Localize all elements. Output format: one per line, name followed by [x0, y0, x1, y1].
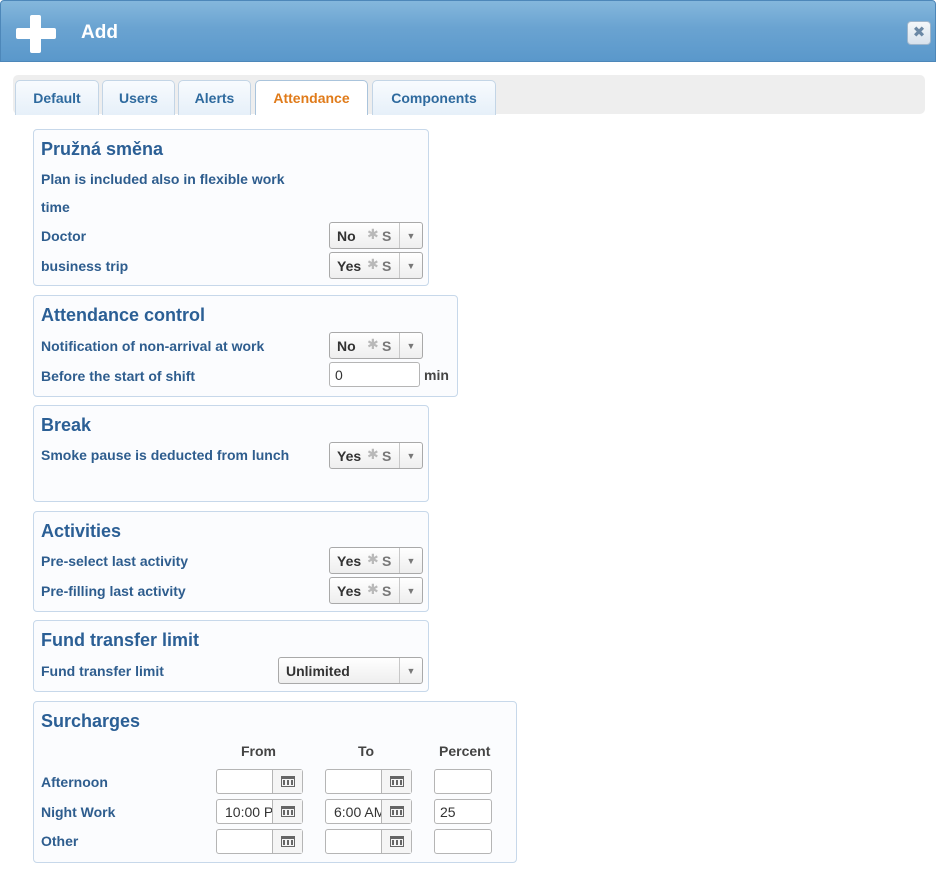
notification-label: Notification of non-arrival at work [41, 338, 265, 354]
night-work-to-field[interactable]: 6:00 AM [325, 799, 412, 824]
business-trip-label: business trip [41, 258, 129, 274]
surcharges-panel: Surcharges From To Percent Afternoon Nig… [33, 701, 517, 863]
night-work-percent-input[interactable]: 25 [434, 799, 492, 824]
chevron-down-icon[interactable]: ▼ [399, 253, 422, 278]
doctor-select[interactable]: No ✱ S ▼ [329, 222, 423, 249]
star-icon: ✱ [367, 336, 379, 352]
star-icon: ✱ [367, 551, 379, 567]
chevron-down-icon[interactable]: ▼ [399, 333, 422, 358]
surcharge-row-label: Afternoon [41, 774, 108, 790]
calendar-icon[interactable] [381, 830, 411, 853]
dialog-title: Add [81, 22, 118, 43]
tab-attendance[interactable]: Attendance [255, 80, 368, 115]
smoke-pause-label: Smoke pause is deducted from lunch [41, 447, 290, 463]
doctor-label: Doctor [41, 228, 87, 244]
break-panel: Break Smoke pause is deducted from lunch… [33, 405, 429, 502]
before-start-label: Before the start of shift [41, 368, 196, 384]
calendar-icon[interactable] [381, 800, 411, 823]
afternoon-to-field[interactable] [325, 769, 412, 794]
star-icon: ✱ [367, 446, 379, 462]
calendar-icon[interactable] [381, 770, 411, 793]
column-from: From [241, 743, 276, 759]
panel-title: Activities [41, 521, 122, 541]
night-work-from-field[interactable]: 10:00 PM [216, 799, 303, 824]
calendar-icon[interactable] [272, 770, 302, 793]
minutes-unit: min [424, 367, 449, 383]
preselect-label: Pre-select last activity [41, 553, 189, 569]
business-trip-select[interactable]: Yes ✱ S ▼ [329, 252, 423, 279]
tab-default[interactable]: Default [15, 80, 99, 115]
fund-transfer-label: Fund transfer limit [41, 663, 164, 679]
star-icon: ✱ [367, 226, 379, 242]
calendar-icon[interactable] [272, 800, 302, 823]
fund-transfer-panel: Fund transfer limit Fund transfer limit … [33, 620, 429, 692]
column-to: To [358, 743, 375, 759]
star-icon: ✱ [367, 581, 379, 597]
plan-included-label: Plan is included also in flexible work [41, 171, 285, 187]
dialog-title-bar: Add ✖ [0, 0, 936, 62]
close-icon[interactable]: ✖ [907, 21, 931, 45]
prefill-label: Pre-filling last activity [41, 583, 186, 599]
before-start-input[interactable]: 0 [329, 362, 420, 387]
surcharge-row-label: Other [41, 833, 79, 849]
tab-components[interactable]: Components [372, 80, 496, 115]
attendance-control-panel: Attendance control Notification of non-a… [33, 295, 458, 397]
panel-title: Pružná směna [41, 139, 164, 159]
preselect-select[interactable]: Yes ✱ S ▼ [329, 547, 423, 574]
activities-panel: Activities Pre-select last activity Yes … [33, 511, 429, 612]
chevron-down-icon[interactable]: ▼ [399, 223, 422, 248]
panel-title: Attendance control [41, 305, 206, 325]
chevron-down-icon[interactable]: ▼ [399, 578, 422, 603]
chevron-down-icon[interactable]: ▼ [399, 443, 422, 468]
chevron-down-icon[interactable]: ▼ [399, 658, 422, 683]
star-icon: ✱ [367, 256, 379, 272]
fund-transfer-select[interactable]: Unlimited ▼ [278, 657, 423, 684]
afternoon-percent-input[interactable] [434, 769, 492, 794]
surcharge-row-label: Night Work [41, 804, 116, 820]
other-percent-input[interactable] [434, 829, 492, 854]
tab-users[interactable]: Users [102, 80, 175, 115]
notification-select[interactable]: No ✱ S ▼ [329, 332, 423, 359]
prefill-select[interactable]: Yes ✱ S ▼ [329, 577, 423, 604]
smoke-pause-select[interactable]: Yes ✱ S ▼ [329, 442, 423, 469]
panel-title: Surcharges [41, 711, 141, 731]
other-from-field[interactable] [216, 829, 303, 854]
panel-title: Fund transfer limit [41, 630, 200, 650]
afternoon-from-field[interactable] [216, 769, 303, 794]
tab-bar: Default Users Alerts Attendance Componen… [13, 75, 925, 115]
chevron-down-icon[interactable]: ▼ [399, 548, 422, 573]
flexible-shift-panel: Pružná směna Plan is included also in fl… [33, 129, 429, 286]
tab-alerts[interactable]: Alerts [178, 80, 251, 115]
plus-icon [16, 15, 56, 53]
panel-title: Break [41, 415, 92, 435]
column-percent: Percent [439, 743, 491, 759]
calendar-icon[interactable] [272, 830, 302, 853]
plan-included-label-cont: time [41, 199, 70, 215]
other-to-field[interactable] [325, 829, 412, 854]
